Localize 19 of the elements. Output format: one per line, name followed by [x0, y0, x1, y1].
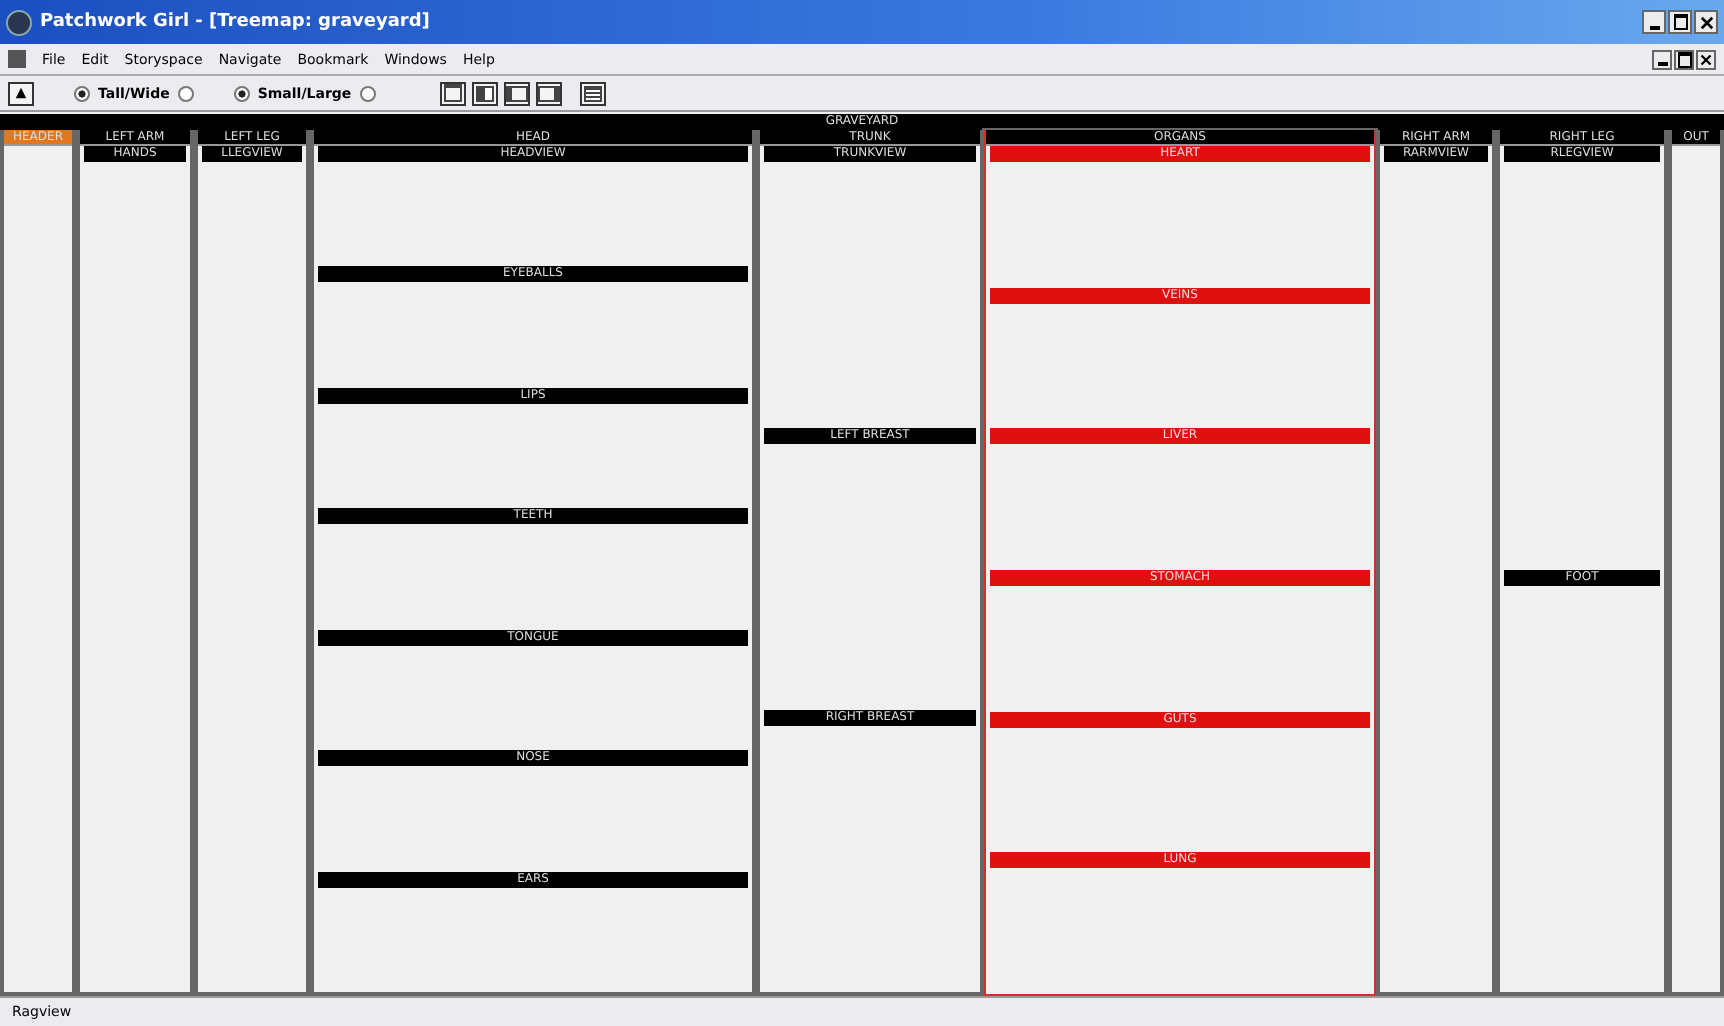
layout-button[interactable] — [535, 81, 562, 105]
minimize-icon[interactable] — [1652, 49, 1672, 69]
app-icon — [6, 9, 32, 35]
layout-button[interactable] — [439, 81, 466, 105]
layout-button[interactable] — [471, 81, 498, 105]
close-icon[interactable] — [1696, 49, 1716, 69]
radio-button[interactable] — [359, 85, 376, 101]
triangle-icon — [14, 86, 28, 100]
list-button[interactable] — [579, 81, 606, 105]
close-icon[interactable] — [1694, 10, 1718, 34]
layout-button[interactable] — [503, 81, 530, 105]
radio-button[interactable] — [233, 85, 250, 101]
up-button[interactable] — [8, 81, 34, 105]
radio-button[interactable] — [74, 85, 90, 101]
restore-icon[interactable] — [1674, 49, 1694, 69]
radio-button[interactable] — [177, 85, 194, 101]
minimize-icon[interactable] — [1642, 10, 1666, 34]
window-title: Patchwork Girl - [Treemap: graveyard] — [40, 12, 430, 32]
restore-icon[interactable] — [1668, 10, 1692, 34]
